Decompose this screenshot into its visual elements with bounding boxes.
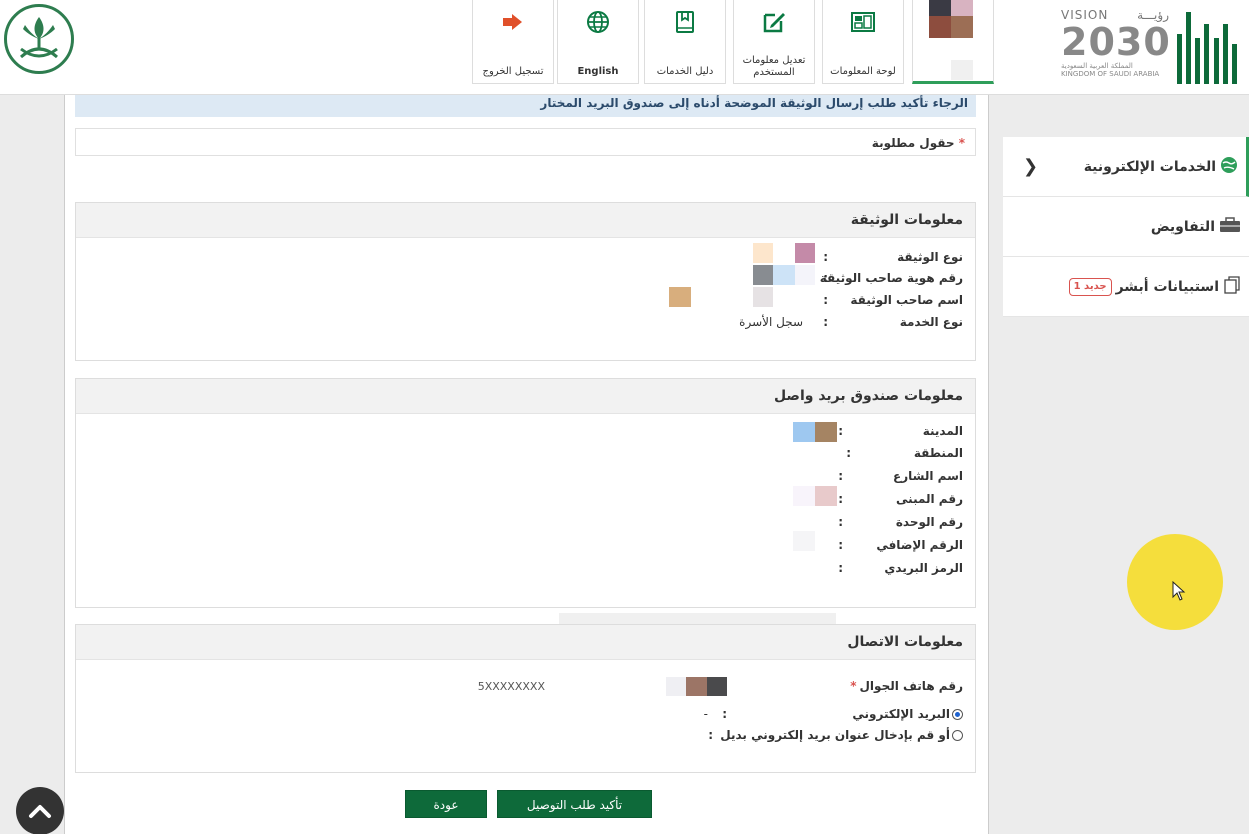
required-fields-note: * حقول مطلوبة — [75, 128, 976, 156]
globe-icon — [1220, 156, 1238, 178]
document-info-title: معلومات الوثيقة — [76, 203, 975, 238]
sidebar-item-delegations[interactable]: التفاويض — [1003, 197, 1249, 257]
sidebar-item-e-services-label: الخدمات الإلكترونية — [1083, 158, 1216, 175]
nav-edit-user[interactable]: تعديل معلومات المستخدم — [733, 0, 815, 84]
nav-dashboard-label: لوحة المعلومات — [830, 66, 896, 77]
edit-icon — [761, 8, 787, 36]
email-radio[interactable] — [952, 708, 963, 720]
nav-services-guide-label: دليل الخدمات — [656, 66, 714, 77]
mobile-number-row: رقم هاتف الجوال * 5XXXXXXXX — [477, 679, 963, 693]
alt-email-radio[interactable] — [952, 729, 963, 741]
mailbox-info-section: معلومات صندوق بريد واصل المدينة: المنطقة… — [75, 378, 976, 608]
doc-owner-name-row: اسم صاحب الوثيقة : — [823, 293, 963, 307]
mailbox-info-title: معلومات صندوق بريد واصل — [76, 379, 975, 414]
additional-number-row: الرقم الإضافي: — [838, 538, 963, 552]
document-info-section: معلومات الوثيقة نوع الوثيقة : رقم هوية ص… — [75, 202, 976, 361]
logout-icon — [502, 8, 524, 36]
top-header: تسجيل الخروج English دليل الخدمات تعديل … — [0, 0, 1249, 95]
service-type-value: سجل الأسرة — [739, 315, 803, 329]
doc-type-row: نوع الوثيقة : — [823, 250, 963, 264]
chevron-up-icon — [29, 805, 51, 818]
email-option-label: البريد الإلكتروني — [852, 707, 950, 721]
sidebar: الخدمات الإلكترونية ❮ التفاويض استبيانات… — [1003, 137, 1249, 317]
chevron-left-icon[interactable]: ❮ — [1023, 156, 1038, 177]
building-number-row: رقم المبنى: — [838, 492, 963, 506]
back-button[interactable]: عودة — [405, 790, 487, 818]
sidebar-item-e-services[interactable]: الخدمات الإلكترونية ❮ — [1003, 137, 1249, 197]
user-avatar[interactable] — [912, 0, 994, 84]
nav-edit-user-label: تعديل معلومات المستخدم — [742, 55, 806, 78]
unit-number-row: رقم الوحدة: — [838, 515, 963, 529]
contact-info-section: معلومات الاتصال رقم هاتف الجوال * 5XXXXX… — [75, 624, 976, 773]
service-type-row: نوع الخدمة : سجل الأسرة — [739, 315, 963, 329]
contact-info-title: معلومات الاتصال — [76, 625, 975, 660]
scroll-to-top-button[interactable] — [16, 787, 64, 834]
sidebar-item-surveys[interactable]: استبيانات أبشر جديد 1 — [1003, 257, 1249, 317]
survey-icon — [1223, 275, 1241, 298]
nav-services-guide[interactable]: دليل الخدمات — [644, 0, 726, 84]
doc-owner-id-row: رقم هوية صاحب الوثيقة : — [819, 271, 963, 285]
dashboard-icon — [850, 8, 876, 36]
city-row: المدينة: — [838, 424, 963, 438]
briefcase-icon — [1219, 216, 1241, 237]
main-panel: الرجاء تأكيد طلب إرسال الوثيقة الموضحة أ… — [64, 95, 989, 834]
street-row: اسم الشارع: — [838, 469, 963, 483]
alt-email-option-label: أو قم بإدخال عنوان بريد إلكتروني بديل — [720, 728, 950, 742]
nav-english[interactable]: English — [557, 0, 639, 84]
confirm-delivery-button[interactable]: تأكيد طلب التوصيل — [497, 790, 652, 818]
nav-english-label: English — [577, 66, 619, 77]
saudi-emblem-logo — [4, 4, 74, 74]
postal-code-row: الرمز البريدي: — [838, 561, 963, 575]
sidebar-item-surveys-label: استبيانات أبشر — [1115, 278, 1219, 295]
email-option-row[interactable]: البريد الإلكتروني : - — [704, 703, 963, 725]
confirmation-notice: الرجاء تأكيد طلب إرسال الوثيقة الموضحة أ… — [75, 95, 976, 117]
sidebar-item-delegations-label: التفاويض — [1150, 218, 1215, 235]
mouse-cursor-icon — [1172, 581, 1186, 601]
region-row: المنطقة: — [846, 446, 963, 460]
mobile-number-value: 5XXXXXXXX — [477, 679, 545, 693]
new-badge: جديد 1 — [1068, 277, 1112, 296]
email-value: - — [703, 707, 708, 721]
vision-2030-logo: VISION رؤيـــة 2030 المملكة العربية السعو… — [1061, 8, 1171, 78]
absher-logo — [1177, 12, 1237, 84]
book-icon — [674, 8, 696, 36]
nav-logout-label: تسجيل الخروج — [482, 66, 544, 77]
alt-email-option-row[interactable]: أو قم بإدخال عنوان بريد إلكتروني بديل : — [708, 724, 963, 746]
nav-logout[interactable]: تسجيل الخروج — [472, 0, 554, 84]
globe-icon — [586, 8, 610, 36]
nav-dashboard[interactable]: لوحة المعلومات — [822, 0, 904, 84]
